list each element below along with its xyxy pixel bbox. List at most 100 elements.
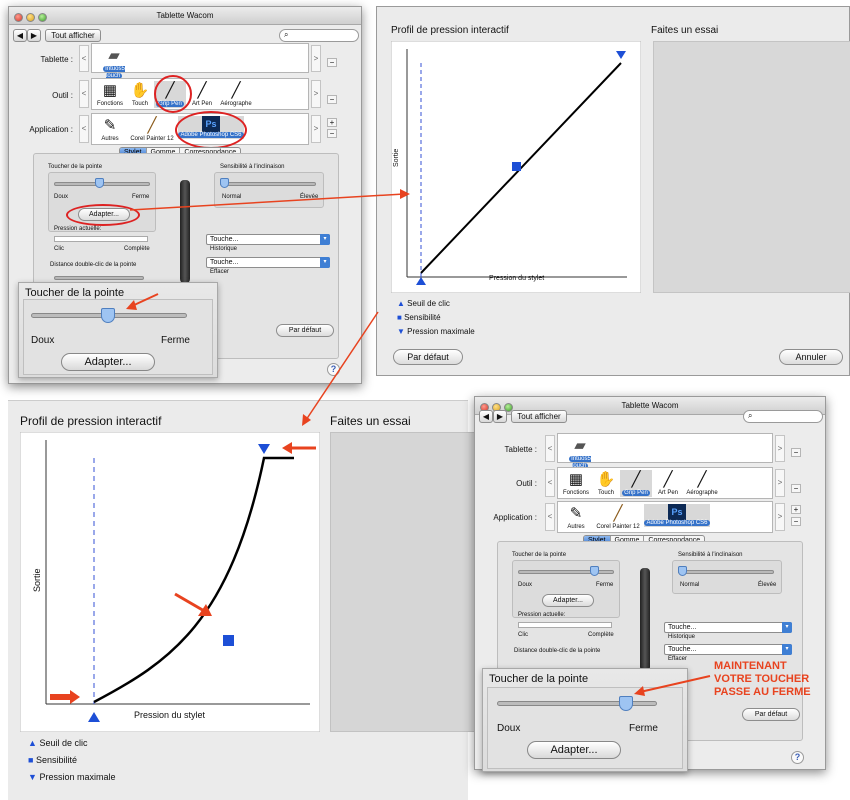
sensitivity-handle[interactable] (223, 635, 234, 646)
app-scroll-right[interactable]: > (775, 503, 785, 531)
annotation-text: Maintenant votre toucher passe au ferme (714, 660, 811, 698)
try-title: Faites un essai (651, 25, 719, 36)
button-2-sub: Effacer (210, 269, 229, 275)
tool-airbrush[interactable]: ╱ Aérographe (686, 470, 718, 497)
tablet-remove-button[interactable]: − (327, 58, 337, 67)
double-click-slider[interactable] (54, 276, 144, 280)
tablet-scroll-left[interactable]: < (79, 45, 89, 72)
tool-touch[interactable]: ✋ Touch (590, 470, 622, 497)
show-all-button[interactable]: Tout afficher (45, 29, 101, 42)
tablet-scroll-right[interactable]: > (775, 435, 785, 462)
search-input[interactable]: ⌕ (743, 410, 823, 423)
tablet-remove-button[interactable]: − (791, 448, 801, 457)
tablet-scroll-left[interactable]: < (545, 435, 555, 462)
big-legend-sensitivity: ■ Sensibilité (28, 755, 77, 765)
tablet-item[interactable]: ▰ Intuos5 touch (560, 436, 600, 470)
tool-row-label: Outil : (52, 91, 73, 100)
tilt-slider[interactable] (220, 182, 316, 186)
tip-feel-thumb[interactable] (590, 566, 599, 576)
pen-image (640, 568, 650, 672)
sensitivity-handle[interactable] (512, 162, 521, 171)
tablet-icon: ▰ (574, 437, 586, 454)
help-icon[interactable]: ? (791, 751, 804, 764)
forward-button[interactable]: ▶ (27, 29, 41, 42)
app-corel[interactable]: ╱ Corel Painter 12 (130, 116, 174, 143)
app-scroll-right[interactable]: > (311, 115, 321, 143)
app-scroll-left[interactable]: < (545, 503, 555, 531)
button-1-sub: Historique (668, 634, 696, 640)
app-scroll-left[interactable]: < (79, 115, 89, 143)
tablet-strip: ▰ Intuos5 touch (557, 433, 773, 469)
back-button[interactable]: ◀ (13, 29, 27, 42)
button-1-select[interactable]: Touche... ▾ (664, 622, 792, 633)
zoom-slider-thumb[interactable] (101, 308, 115, 323)
cancel-button[interactable]: Annuler (779, 349, 843, 365)
default-button-2[interactable]: Par défaut (393, 349, 463, 365)
zoom-slider-track[interactable] (497, 701, 657, 706)
zoom-customize-button[interactable]: Adapter... (61, 353, 155, 371)
tip-feel-label: Toucher de la pointe (512, 552, 567, 558)
help-icon[interactable]: ? (327, 363, 340, 376)
tool-scroll-left[interactable]: < (545, 469, 555, 497)
app-row-label: Application : (29, 125, 73, 134)
tablet-row-label: Tablette : (504, 445, 537, 454)
app-add-button[interactable]: + (327, 118, 337, 127)
tool-row-label: Outil : (516, 479, 537, 488)
tilt-thumb[interactable] (678, 566, 687, 576)
button-2-select[interactable]: Touche... ▾ (206, 257, 330, 268)
tilt-slider[interactable] (678, 570, 774, 574)
show-all-button[interactable]: Tout afficher (511, 410, 567, 423)
back-button[interactable]: ◀ (479, 410, 493, 423)
tool-scroll-right[interactable]: > (775, 469, 785, 497)
button-1-select[interactable]: Touche... ▾ (206, 234, 330, 245)
minimize-icon[interactable] (26, 13, 35, 22)
double-click-label: Distance double-clic de la pointe (50, 262, 137, 268)
close-icon[interactable] (14, 13, 23, 22)
tool-touch[interactable]: ✋ Touch (124, 81, 156, 108)
app-add-button[interactable]: + (791, 505, 801, 514)
app-photoshop[interactable]: Ps Adobe Photoshop CS6 (644, 504, 710, 527)
app-others[interactable]: ✎ Autres (94, 116, 126, 143)
photoshop-icon: Ps (668, 504, 686, 520)
tilt-thumb[interactable] (220, 178, 229, 188)
tool-functions[interactable]: ▦ Fonctions (560, 470, 592, 497)
others-icon: ✎ (103, 117, 117, 134)
firm-label: Ferme (132, 194, 150, 200)
tool-airbrush[interactable]: ╱ Aérographe (220, 81, 252, 108)
tool-art-pen[interactable]: ╱ Art Pen (652, 470, 684, 497)
zoom-icon[interactable] (38, 13, 47, 22)
others-icon: ✎ (569, 505, 583, 522)
tool-remove-button[interactable]: − (327, 95, 337, 104)
search-input[interactable]: ⌕ (279, 29, 359, 42)
pressure-meter (54, 236, 148, 242)
legend-max-pressure: ▼ Pression maximale (397, 327, 475, 336)
tool-remove-button[interactable]: − (791, 484, 801, 493)
tip-feel-thumb[interactable] (95, 178, 104, 188)
app-others[interactable]: ✎ Autres (560, 504, 592, 531)
tool-grip-pen[interactable]: ╱ Grip Pen (620, 470, 652, 497)
zoom-customize-button[interactable]: Adapter... (527, 741, 621, 759)
tablet-item[interactable]: ▰ Intuos5 touch (94, 46, 134, 80)
customize-button[interactable]: Adapter... (542, 594, 594, 607)
forward-button[interactable]: ▶ (493, 410, 507, 423)
app-remove-button[interactable]: − (327, 129, 337, 138)
tool-strip: ▦ Fonctions ✋ Touch ╱ Grip Pen ╱ Art Pen ╱ Aé… (557, 467, 773, 499)
tool-functions[interactable]: ▦ Fonctions (94, 81, 126, 108)
zoom-slider-thumb[interactable] (619, 696, 633, 711)
app-remove-button[interactable]: − (791, 517, 801, 526)
tablet-scroll-right[interactable]: > (311, 45, 321, 72)
tip-feel-zoom-1: Toucher de la pointe Doux Ferme Adapter.… (18, 282, 218, 378)
tip-feel-slider[interactable] (518, 570, 614, 574)
default-button[interactable]: Par défaut (276, 324, 334, 337)
triangle-down-icon: ▼ (397, 327, 405, 336)
airbrush-icon: ╱ (697, 471, 707, 488)
zoom-title: Toucher de la pointe (25, 287, 125, 299)
zoom-soft: Doux (497, 723, 521, 734)
app-corel[interactable]: ╱ Corel Painter 12 (596, 504, 640, 531)
button-2-select[interactable]: Touche... ▾ (664, 644, 792, 655)
default-button[interactable]: Par défaut (742, 708, 800, 721)
tool-scroll-left[interactable]: < (79, 80, 89, 108)
chevron-down-icon: ▾ (782, 622, 792, 633)
tool-scroll-right[interactable]: > (311, 80, 321, 108)
tilt-box (214, 172, 324, 208)
